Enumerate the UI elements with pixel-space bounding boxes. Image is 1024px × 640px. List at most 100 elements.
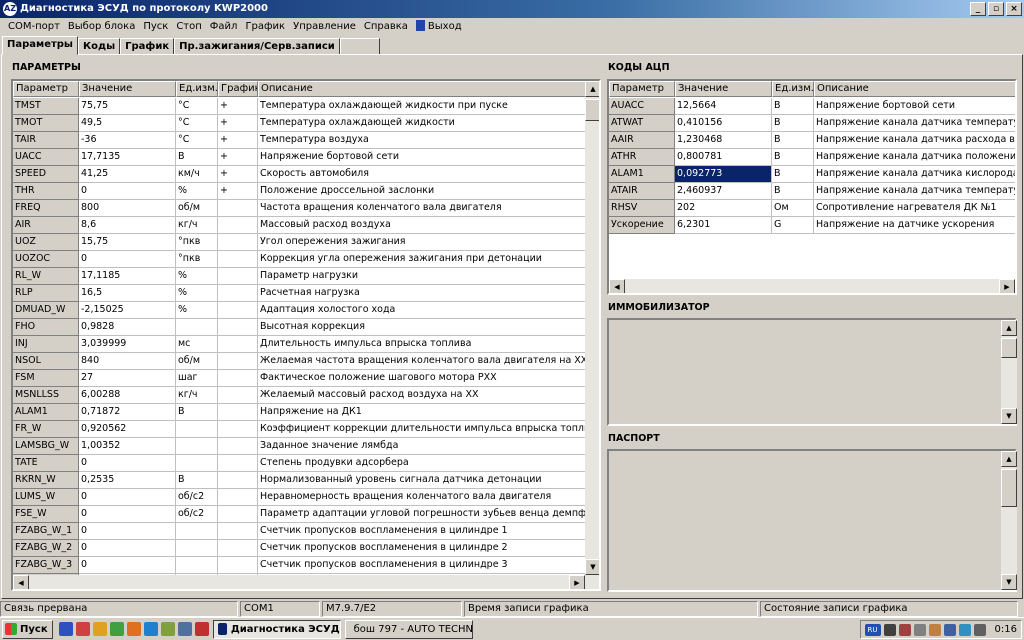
menu-select-block[interactable]: Выбор блока: [64, 18, 139, 36]
close-button[interactable]: ×: [1006, 2, 1022, 16]
scroll-down-arrow-icon[interactable]: ▼: [1001, 574, 1017, 590]
table-row[interactable]: Ускорение 6,2301 G Напряжение на датчике ус…: [609, 217, 1015, 234]
speaker-icon[interactable]: [973, 623, 986, 636]
table-row[interactable]: ATAIR 2,460937 В Напряжение канала датчика …: [609, 183, 1015, 200]
tray-icon[interactable]: [958, 623, 971, 636]
floppy-icon[interactable]: [58, 622, 73, 636]
immobilizer-vscroll-thumb[interactable]: [1001, 338, 1017, 358]
table-row[interactable]: ALAM1 0,092773 В Напряжение канала датчика …: [609, 166, 1015, 183]
taskbar-item-diagnostics[interactable]: Диагностика ЭСУД: [212, 619, 341, 639]
start-button[interactable]: Пуск: [2, 619, 53, 639]
tray-icon[interactable]: [883, 623, 896, 636]
taskbar-item-bosch[interactable]: бош 797 - AUTO TECHN...: [344, 619, 473, 639]
browser-icon[interactable]: [143, 622, 158, 636]
menu-file[interactable]: Файл: [206, 18, 242, 36]
column-header[interactable]: Параметр: [13, 81, 79, 97]
menu-start[interactable]: Пуск: [139, 18, 172, 36]
column-header[interactable]: Описание: [814, 81, 1015, 97]
tray-icon[interactable]: [898, 623, 911, 636]
language-indicator[interactable]: RU: [864, 623, 881, 636]
scroll-down-arrow-icon[interactable]: ▼: [1001, 408, 1017, 424]
table-row[interactable]: SPEED 41,25 км/ч + Скорость автомобиля: [13, 166, 588, 183]
table-row[interactable]: FR_W 0,920562 Коэффициент коррекции длител…: [13, 421, 588, 438]
tray-icon[interactable]: [913, 623, 926, 636]
table-row[interactable]: AAIR 1,230468 В Напряжение канала датчика р…: [609, 132, 1015, 149]
app-icon[interactable]: [194, 622, 209, 636]
table-row[interactable]: UOZOC 0 °пкв Коррекция угла опережения зажи…: [13, 251, 588, 268]
app-icon[interactable]: [75, 622, 90, 636]
app-icon[interactable]: [92, 622, 107, 636]
params-hscroll[interactable]: ◀ ▶: [13, 575, 599, 589]
passport-vscroll[interactable]: ▲ ▼: [1001, 451, 1017, 590]
table-row[interactable]: NSOL 840 об/м Желаемая частота вращения кол…: [13, 353, 588, 370]
table-row[interactable]: FZABG_W_3 0 Счетчик пропусков воспламенени…: [13, 557, 588, 574]
table-row[interactable]: UOZ 15,75 °пкв Угол опережения зажигания: [13, 234, 588, 251]
passport-vscroll-thumb[interactable]: [1001, 469, 1017, 507]
table-row[interactable]: LAMSBG_W 1,00352 Заданное значение лямбда: [13, 438, 588, 455]
scroll-down-arrow-icon[interactable]: ▼: [585, 559, 599, 575]
scroll-up-arrow-icon[interactable]: ▲: [1001, 320, 1017, 336]
column-header[interactable]: Значение: [675, 81, 772, 97]
table-row[interactable]: TAIR -36 °C + Температура воздуха: [13, 132, 588, 149]
scroll-up-arrow-icon[interactable]: ▲: [585, 81, 599, 97]
tray-icon[interactable]: [943, 623, 956, 636]
menu-stop[interactable]: Стоп: [172, 18, 205, 36]
table-row[interactable]: MSNLLSS 6,00288 кг/ч Желаемый массовый расх…: [13, 387, 588, 404]
params-vscroll[interactable]: ▲ ▼: [585, 81, 599, 575]
app-icon[interactable]: [160, 622, 175, 636]
tab-ignition-service[interactable]: Пр.зажигания/Серв.записи: [174, 38, 340, 55]
menu-com-port[interactable]: COM-порт: [4, 18, 64, 36]
table-row[interactable]: RKRN_W 0,2535 В Нормализованный уровень сиг…: [13, 472, 588, 489]
tab-codes[interactable]: Коды: [77, 38, 121, 55]
immobilizer-box[interactable]: ▲ ▼: [607, 318, 1017, 426]
title-bar[interactable]: AZ Диагностика ЭСУД по протоколу KWP2000…: [0, 0, 1024, 18]
minimize-button[interactable]: _: [970, 2, 986, 16]
scroll-right-arrow-icon[interactable]: ▶: [999, 279, 1015, 293]
table-row[interactable]: UACC 17,7135 В + Напряжение бортовой сети: [13, 149, 588, 166]
menu-help[interactable]: Справка: [360, 18, 412, 36]
scroll-up-arrow-icon[interactable]: ▲: [1001, 451, 1017, 467]
table-row[interactable]: RLP 16,5% Расчетная нагрузка: [13, 285, 588, 302]
table-row[interactable]: DMUAD_W -2,15025% Адаптация холостого хода: [13, 302, 588, 319]
table-row[interactable]: THR 0% + Положение дроссельной заслонки: [13, 183, 588, 200]
tray-icon[interactable]: [928, 623, 941, 636]
table-row[interactable]: RHSV 202 Ом Сопротивление нагревателя ДК №1: [609, 200, 1015, 217]
adc-hscroll[interactable]: ◀ ▶: [609, 279, 1015, 293]
app-icon[interactable]: [109, 622, 124, 636]
table-row[interactable]: ATWAT 0,410156 В Напряжение канала датчика …: [609, 115, 1015, 132]
scroll-right-arrow-icon[interactable]: ▶: [569, 575, 585, 589]
immobilizer-vscroll[interactable]: ▲ ▼: [1001, 320, 1017, 424]
column-header[interactable]: Значение: [79, 81, 176, 97]
app-icon[interactable]: [126, 622, 141, 636]
params-vscroll-thumb[interactable]: [585, 99, 599, 121]
table-row[interactable]: FHO 0,9828 Высотная коррекция: [13, 319, 588, 336]
table-row[interactable]: AIR 8,6 кг/ч Массовый расход воздуха: [13, 217, 588, 234]
table-row[interactable]: TATE 0 Степень продувки адсорбера: [13, 455, 588, 472]
table-row[interactable]: AUACC 12,5664 В Напряжение бортовой сети: [609, 98, 1015, 115]
table-row[interactable]: FSM 27 шаг Фактическое положение шагового м…: [13, 370, 588, 387]
column-header[interactable]: График: [218, 81, 258, 97]
menu-control[interactable]: Управление: [289, 18, 360, 36]
menu-graph[interactable]: График: [241, 18, 289, 36]
table-row[interactable]: ATHR 0,800781 В Напряжение канала датчика п…: [609, 149, 1015, 166]
params-table[interactable]: Параметр Значение Ед.изм. График Описание TM…: [11, 79, 601, 591]
table-row[interactable]: TMST 75,75 °C + Температура охлаждающей жидк…: [13, 98, 588, 115]
table-row[interactable]: FSE_W 0 об/с2 Параметр адаптации угловой по…: [13, 506, 588, 523]
tab-empty[interactable]: [339, 38, 380, 55]
table-row[interactable]: FZABG_W_2 0 Счетчик пропусков воспламенени…: [13, 540, 588, 557]
tab-parameters[interactable]: Параметры: [2, 36, 78, 55]
app-icon[interactable]: [177, 622, 192, 636]
column-header[interactable]: Ед.изм.: [772, 81, 814, 97]
table-row[interactable]: LUMS_W 0 об/с2 Неравномерность вращения кол…: [13, 489, 588, 506]
tab-graph[interactable]: График: [120, 38, 175, 55]
column-header[interactable]: Описание: [258, 81, 588, 97]
passport-box[interactable]: ▲ ▼: [607, 449, 1017, 592]
scroll-left-arrow-icon[interactable]: ◀: [609, 279, 625, 293]
adc-table[interactable]: Параметр Значение Ед.изм. Описание AUACC 12,…: [607, 79, 1017, 295]
column-header[interactable]: Параметр: [609, 81, 675, 97]
column-header[interactable]: Ед.изм.: [176, 81, 218, 97]
table-row[interactable]: RL_W 17,1185% Параметр нагрузки: [13, 268, 588, 285]
maximize-button[interactable]: ▫: [988, 2, 1004, 16]
table-row[interactable]: FREQ 800 об/м Частота вращения коленчатого …: [13, 200, 588, 217]
table-row[interactable]: TMOT 49,5 °C + Температура охлаждающей жидко…: [13, 115, 588, 132]
